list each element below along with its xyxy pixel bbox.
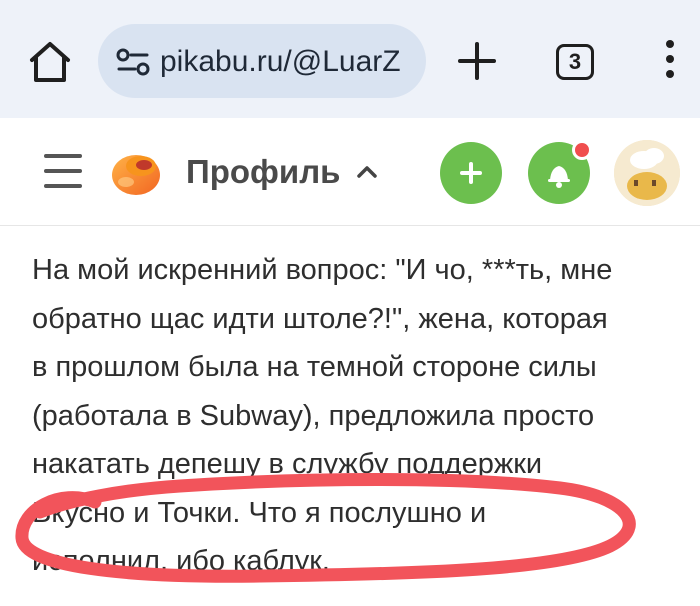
post-line: исполнил, ибо каблук. <box>32 545 330 577</box>
add-post-button[interactable] <box>440 142 502 204</box>
plus-icon[interactable] <box>456 40 498 82</box>
post-body: На мой искренний вопрос: "И чо, ***ть, м… <box>32 246 692 586</box>
pikabu-logo[interactable] <box>108 144 164 200</box>
post-line: накатать депешу в службу поддержки <box>32 448 543 480</box>
page-title: Профиль <box>186 153 341 190</box>
site-settings-icon[interactable] <box>116 48 150 76</box>
notification-dot <box>572 140 592 160</box>
home-icon[interactable] <box>26 38 74 86</box>
page-title-wrap[interactable]: Профиль <box>186 148 378 196</box>
plus-icon <box>460 162 482 184</box>
menu-icon[interactable] <box>44 154 82 188</box>
url-text: pikabu.ru/@LuarZ <box>160 45 401 78</box>
post-line: Вкусно и Точки. Что я послушно и <box>32 496 487 529</box>
browser-toolbar: pikabu.ru/@LuarZ 3 <box>0 0 700 118</box>
notifications-button[interactable] <box>528 140 592 204</box>
tab-switcher-button[interactable]: 3 <box>556 44 594 80</box>
chevron-up-icon <box>357 166 378 178</box>
address-bar[interactable]: pikabu.ru/@LuarZ <box>98 24 426 98</box>
site-header: Профиль <box>0 118 700 226</box>
post-line: в прошлом была на темной стороне силы <box>32 351 597 383</box>
post-line: (работала в Subway), предложила просто <box>32 399 595 432</box>
more-vert-icon[interactable] <box>662 40 678 84</box>
post-line: обратно щас идти штоле?!", жена, которая <box>32 302 608 335</box>
post-line: На мой искренний вопрос: "И чо, ***ть, м… <box>32 254 613 286</box>
avatar[interactable] <box>614 140 680 206</box>
